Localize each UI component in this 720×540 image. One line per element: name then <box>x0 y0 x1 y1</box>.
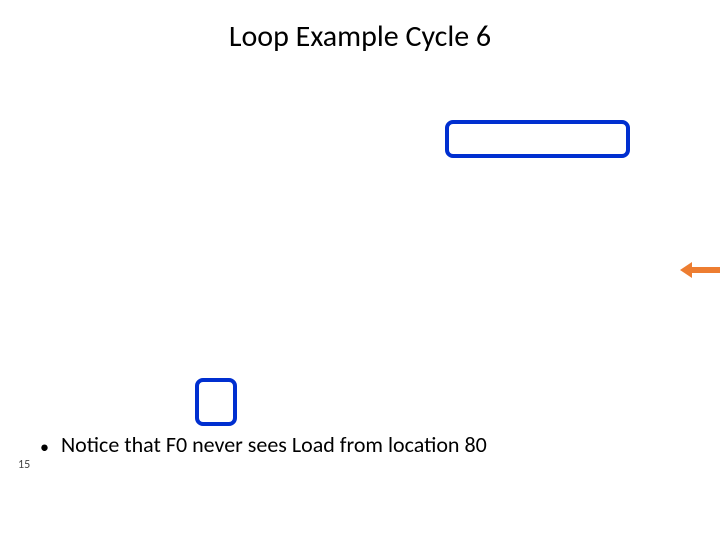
slide-title: Loop Example Cycle 6 <box>229 18 491 55</box>
bullet-point: • Notice that F0 never sees Load from loc… <box>40 431 487 458</box>
bullet-text: Notice that F0 never sees Load from loca… <box>61 431 487 458</box>
page-number: 15 <box>18 458 30 472</box>
bullet-dot-icon: • <box>40 436 49 458</box>
arrow-left-icon <box>680 262 720 278</box>
highlight-box-large <box>445 120 630 158</box>
highlight-box-small <box>195 378 237 426</box>
